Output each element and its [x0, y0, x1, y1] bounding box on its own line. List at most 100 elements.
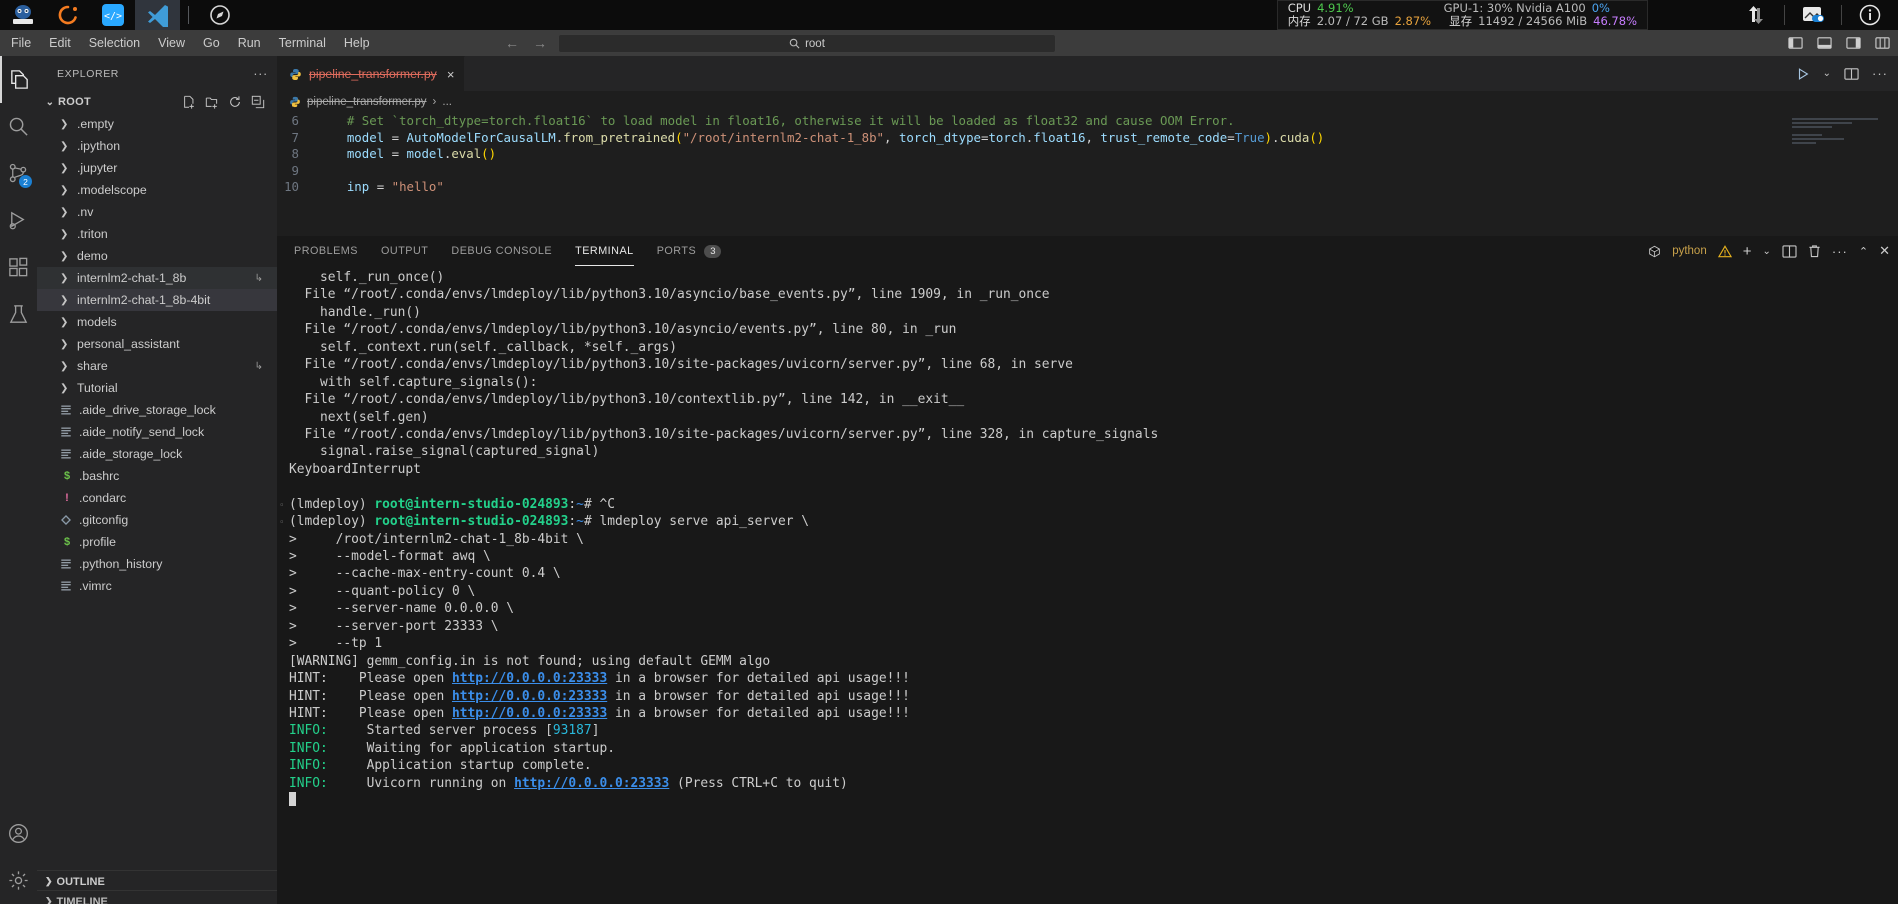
menu-run[interactable]: Run	[229, 33, 270, 53]
chevron-down-icon[interactable]: ⌄	[1823, 68, 1831, 79]
activitybar-item-source-control[interactable]: 2	[0, 150, 37, 197]
file-tree-item[interactable]: ❯ .jupyter	[37, 157, 277, 179]
file-tree-item[interactable]: ❯ .triton	[37, 223, 277, 245]
files-icon	[11, 70, 28, 89]
file-tree-item[interactable]: ❯ .empty	[37, 113, 277, 135]
os-app-code-server[interactable]: </>	[90, 0, 135, 30]
code-content[interactable]: 6 # Set `torch_dtype=torch.float16` to l…	[277, 113, 1898, 231]
file-tree-item[interactable]: ❯ models	[37, 311, 277, 333]
file-tree-item[interactable]: ❯ .nv	[37, 201, 277, 223]
os-app-conda[interactable]	[45, 0, 90, 30]
activitybar-item-extensions[interactable]	[0, 244, 37, 291]
menu-view[interactable]: View	[149, 33, 194, 53]
breadcrumb-symbol[interactable]: ...	[442, 96, 452, 108]
terminal-line: signal.raise_signal(captured_signal)	[289, 444, 600, 460]
quick-input-bar[interactable]: root	[558, 34, 1056, 53]
activitybar-item-search[interactable]	[0, 103, 37, 150]
code-line-text: model = model.eval()	[346, 146, 497, 162]
menu-terminal[interactable]: Terminal	[270, 33, 335, 53]
split-editor-icon[interactable]	[1844, 67, 1859, 81]
file-tree-item[interactable]: .gitconfig	[37, 509, 277, 531]
collapse-all-icon[interactable]	[251, 95, 265, 109]
customize-layout-icon[interactable]	[1875, 36, 1890, 50]
file-tree-item[interactable]: ! .condarc	[37, 487, 277, 509]
toggle-secondary-sidebar-icon[interactable]	[1846, 36, 1861, 50]
file-tree-item[interactable]: ❯ .modelscope	[37, 179, 277, 201]
chevron-right-icon: ❯	[60, 118, 69, 130]
new-terminal-icon[interactable]: +	[1743, 243, 1752, 260]
panel-tab-problems[interactable]: PROBLEMS	[294, 236, 358, 266]
terminal-output[interactable]: self._run_once() File “/root/.conda/envs…	[277, 266, 1898, 904]
file-tree-item[interactable]: .aide_drive_storage_lock	[37, 399, 277, 421]
menu-file[interactable]: File	[2, 33, 40, 53]
outline-section[interactable]: ❯ OUTLINE	[37, 870, 277, 892]
menu-go[interactable]: Go	[194, 33, 229, 53]
toggle-primary-sidebar-icon[interactable]	[1788, 36, 1803, 50]
refresh-icon[interactable]	[228, 95, 242, 109]
terminal-name[interactable]: python	[1672, 245, 1707, 257]
toggle-panel-icon[interactable]	[1817, 36, 1832, 50]
run-python-file-icon[interactable]	[1796, 67, 1810, 81]
close-panel-icon[interactable]: ✕	[1879, 243, 1890, 259]
panel-tab-ports[interactable]: PORTS	[657, 236, 697, 266]
file-tree-item[interactable]: ❯ share ↳	[37, 355, 277, 377]
explorer-root-row[interactable]: ⌄ ROOT	[37, 91, 277, 113]
file-tree-item[interactable]: ❯ Tutorial	[37, 377, 277, 399]
file-tree-item[interactable]: $ .bashrc	[37, 465, 277, 487]
file-tree-item[interactable]: .vimrc	[37, 575, 277, 597]
split-terminal-icon[interactable]	[1782, 244, 1797, 258]
go-forward-icon[interactable]: →	[533, 35, 547, 51]
go-back-icon[interactable]: ←	[505, 35, 519, 51]
activitybar-item-settings[interactable]	[0, 857, 37, 904]
file-tree-item[interactable]: .aide_notify_send_lock	[37, 421, 277, 443]
terminal-line: HINT: Please open http://0.0.0.0:23333 i…	[289, 688, 910, 704]
file-tree-item[interactable]: $ .profile	[37, 531, 277, 553]
chevron-down-icon[interactable]: ⌄	[1762, 246, 1770, 257]
close-icon[interactable]: ×	[447, 67, 455, 82]
more-actions-icon[interactable]: ···	[1872, 66, 1888, 81]
file-tree-item[interactable]: ❯ internlm2-chat-1_8b ↳	[37, 267, 277, 289]
transfer-icon[interactable]	[1728, 0, 1784, 30]
warning-icon[interactable]	[1717, 244, 1732, 258]
terminal-line: ◦ (lmdeploy) root@intern-studio-024893:~#…	[279, 513, 1898, 530]
panel-tab-terminal[interactable]: TERMINAL	[575, 236, 634, 266]
terminal-line: INFO: Waiting for application startup.	[289, 740, 615, 756]
menu-edit[interactable]: Edit	[40, 33, 80, 53]
maximize-panel-icon[interactable]: ⌃	[1859, 245, 1868, 258]
new-file-icon[interactable]	[182, 95, 196, 109]
menu-help[interactable]: Help	[335, 33, 379, 53]
os-app-jupyter[interactable]	[0, 0, 45, 30]
new-folder-icon[interactable]	[205, 95, 219, 109]
info-icon[interactable]	[1842, 0, 1898, 30]
timeline-section[interactable]: ❯ TIMELINE	[37, 890, 277, 904]
screenshot-toggle-icon[interactable]	[1785, 0, 1841, 30]
menu-selection[interactable]: Selection	[80, 33, 149, 53]
file-tree-item[interactable]: ❯ internlm2-chat-1_8b-4bit	[37, 289, 277, 311]
file-tree-item[interactable]: ❯ .ipython	[37, 135, 277, 157]
file-tree-item[interactable]: ❯ demo	[37, 245, 277, 267]
file-type-icon: $	[63, 536, 71, 548]
panel-tab-output[interactable]: OUTPUT	[381, 236, 428, 266]
file-type-icon: !	[65, 492, 69, 504]
more-actions-icon[interactable]: ···	[1832, 244, 1848, 259]
terminal-line: KeyboardInterrupt	[289, 461, 421, 477]
bottom-panel: PROBLEMS OUTPUT DEBUG CONSOLE TERMINAL PORTS…	[277, 236, 1898, 904]
file-type-icon	[60, 514, 74, 526]
kill-terminal-icon[interactable]	[1808, 244, 1821, 258]
activitybar-item-run-and-debug[interactable]	[0, 197, 37, 244]
tab-pipeline-transformer[interactable]: pipeline_transformer.py ×	[277, 56, 466, 91]
activitybar-item-accounts[interactable]	[0, 810, 37, 857]
file-tree-item[interactable]: .python_history	[37, 553, 277, 575]
panel-tab-debug-console[interactable]: DEBUG CONSOLE	[451, 236, 552, 266]
os-app-compass[interactable]	[197, 0, 242, 30]
activitybar-item-testing[interactable]	[0, 291, 37, 338]
activitybar-item-explorer[interactable]	[0, 56, 37, 103]
os-app-vscode[interactable]	[135, 0, 180, 30]
file-tree-item[interactable]: ❯ personal_assistant	[37, 333, 277, 355]
sidebar-more-actions-icon[interactable]: ···	[253, 66, 268, 81]
panel-tab-badge: 3	[704, 244, 722, 258]
minimap[interactable]	[1792, 118, 1884, 160]
file-tree-item-label: .bashrc	[79, 469, 120, 483]
breadcrumb-file[interactable]: pipeline_transformer.py	[307, 96, 427, 108]
file-tree-item[interactable]: .aide_storage_lock	[37, 443, 277, 465]
